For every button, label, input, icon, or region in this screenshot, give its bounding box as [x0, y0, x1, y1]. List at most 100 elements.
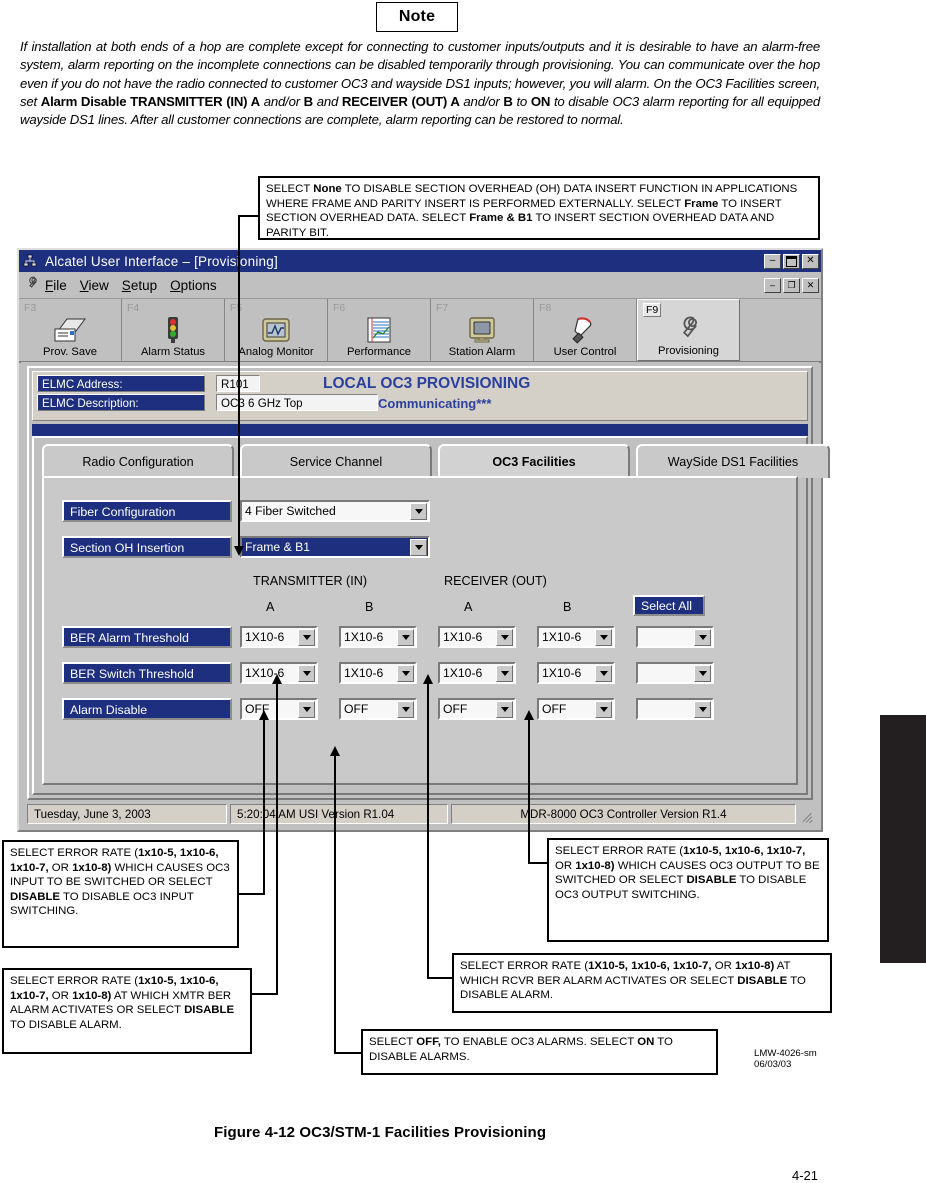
alarm-disable-rx-a-dropdown[interactable]: OFF: [438, 698, 516, 720]
chevron-down-icon[interactable]: [410, 502, 427, 520]
ber-alarm-threshold-select-all-dropdown[interactable]: [636, 626, 714, 648]
toolbar-button-label: User Control: [553, 346, 617, 358]
alarm-disable-tx-b-dropdown[interactable]: OFF: [339, 698, 417, 720]
ber-alarm-threshold-tx-a-dropdown[interactable]: 1X10-6: [240, 626, 318, 648]
value: 1X10-6: [443, 630, 483, 644]
leader-line-ber-alarm-in-horizontal: [250, 993, 278, 995]
communication-status: Communicating***: [378, 396, 492, 411]
prov-save-icon: [53, 315, 87, 345]
ber-alarm-threshold-label: BER Alarm Threshold: [62, 626, 232, 648]
toolbar-button-alarm-status[interactable]: F4 Alarm Status: [122, 299, 225, 361]
menu-item-options[interactable]: Options: [170, 278, 217, 293]
status-bar: Tuesday, June 3, 2003 5:20:04 AM USI Ver…: [27, 804, 813, 824]
elmc-description-field[interactable]: OC3 6 GHz Top: [216, 394, 378, 411]
menu-item-view[interactable]: View: [80, 278, 109, 293]
leader-arrow-ber-switch-out: [524, 710, 534, 720]
chevron-down-icon[interactable]: [298, 628, 315, 646]
ber-alarm-threshold-tx-b-dropdown[interactable]: 1X10-6: [339, 626, 417, 648]
tab-panel: Radio Configuration Service Channel OC3 …: [32, 436, 830, 795]
ber-alarm-threshold-rx-b-dropdown[interactable]: 1X10-6: [537, 626, 615, 648]
value: 1X10-6: [344, 666, 384, 680]
chevron-down-icon[interactable]: [298, 700, 315, 718]
group-header-receiver: RECEIVER (OUT): [444, 574, 547, 588]
minimize-button[interactable]: –: [764, 253, 781, 269]
alarm-disable-select-all-dropdown[interactable]: [636, 698, 714, 720]
toolbar-button-station-alarm[interactable]: F7 Station Alarm: [431, 299, 534, 361]
chevron-down-icon[interactable]: [397, 700, 414, 718]
application-window: Alcatel User Interface – [Provisioning] …: [17, 248, 830, 832]
chevron-down-icon[interactable]: [694, 700, 711, 718]
figure-caption: Figure 4-12 OC3/STM-1 Facilities Provisi…: [214, 1124, 547, 1141]
ber-switch-threshold-rx-a-dropdown[interactable]: 1X10-6: [438, 662, 516, 684]
chevron-down-icon[interactable]: [694, 664, 711, 682]
ber-switch-threshold-rx-b-dropdown[interactable]: 1X10-6: [537, 662, 615, 684]
chevron-down-icon[interactable]: [496, 700, 513, 718]
toolbar-button-label: Station Alarm: [448, 346, 516, 358]
menu-item-setup[interactable]: Setup: [122, 278, 157, 293]
menu-item-file[interactable]: File: [45, 278, 67, 293]
toolbar-button-label: Alarm Status: [140, 346, 206, 358]
tab-service-channel[interactable]: Service Channel: [240, 444, 432, 478]
toolbar-button-provisioning[interactable]: F9 Provisioning: [637, 299, 740, 361]
elmc-description-label: ELMC Description:: [37, 394, 205, 411]
chevron-down-icon[interactable]: [410, 538, 427, 556]
chevron-down-icon[interactable]: [397, 664, 414, 682]
chevron-down-icon[interactable]: [694, 628, 711, 646]
ber-switch-threshold-select-all-dropdown[interactable]: [636, 662, 714, 684]
fiber-configuration-dropdown[interactable]: 4 Fiber Switched: [240, 500, 430, 522]
menu-bar: File View Setup Options – ❐ ✕: [19, 272, 821, 299]
alarm-disable-rx-b-dropdown[interactable]: OFF: [537, 698, 615, 720]
resize-grip[interactable]: [799, 807, 813, 824]
toolbar-button-analog-monitor[interactable]: F5 Analog Monitor: [225, 299, 328, 361]
tab-oc3-facilities[interactable]: OC3 Facilities: [438, 444, 630, 478]
toolbar-button-prov-save[interactable]: F3 Prov. Save: [19, 299, 122, 361]
leader-line-alarm-disable-vertical: [334, 754, 336, 1054]
leader-line-ber-switch-in-vertical: [263, 718, 265, 895]
screen-title: LOCAL OC3 PROVISIONING: [323, 375, 531, 392]
chevron-down-icon[interactable]: [595, 628, 612, 646]
value: 1X10-6: [542, 666, 582, 680]
chart-lines-icon: [366, 315, 392, 345]
callout-alarm-disable: SELECT OFF, TO ENABLE OC3 ALARMS. SELECT…: [361, 1029, 718, 1075]
leader-arrow-ber-switch-in: [259, 710, 269, 720]
oc3-facilities-form: Fiber Configuration 4 Fiber Switched Sec…: [42, 476, 798, 785]
value: OFF: [542, 702, 567, 716]
maximize-button[interactable]: [783, 253, 800, 269]
fkey-label: F5: [230, 302, 243, 314]
leader-line-ber-alarm-out-vertical: [427, 682, 429, 979]
wrench-icon: [676, 314, 702, 344]
monitor-icon: [468, 315, 496, 345]
chevron-down-icon[interactable]: [496, 664, 513, 682]
wrench-icon: [25, 276, 39, 295]
chevron-down-icon[interactable]: [595, 700, 612, 718]
fiber-configuration-label: Fiber Configuration: [62, 500, 232, 522]
app-icon: [23, 254, 37, 268]
select-all-button[interactable]: Select All: [633, 595, 705, 616]
chevron-down-icon[interactable]: [496, 628, 513, 646]
leader-line-ber-switch-in-horizontal: [237, 893, 265, 895]
column-header-tx-a: A: [266, 600, 275, 614]
toolbar: F3 Prov. Save F4 Alarm Status F5 Analog …: [19, 299, 821, 363]
close-button[interactable]: ✕: [802, 253, 819, 269]
mdi-close-button[interactable]: ✕: [802, 277, 819, 293]
toolbar-button-user-control[interactable]: F8 User Control: [534, 299, 637, 361]
value: OFF: [344, 702, 369, 716]
ber-switch-threshold-tx-b-dropdown[interactable]: 1X10-6: [339, 662, 417, 684]
tab-wayside-ds1-facilities[interactable]: WaySide DS1 Facilities: [636, 444, 830, 478]
alarm-disable-tx-a-dropdown[interactable]: OFF: [240, 698, 318, 720]
column-header-tx-b: B: [365, 600, 374, 614]
tab-radio-configuration[interactable]: Radio Configuration: [42, 444, 234, 478]
note-heading-box: Note: [376, 2, 458, 32]
mdi-minimize-button[interactable]: –: [764, 277, 781, 293]
chevron-down-icon[interactable]: [397, 628, 414, 646]
section-oh-insertion-value: Frame & B1: [245, 540, 311, 554]
ber-alarm-threshold-rx-a-dropdown[interactable]: 1X10-6: [438, 626, 516, 648]
section-oh-insertion-label: Section OH Insertion: [62, 536, 232, 558]
mdi-restore-button[interactable]: ❐: [783, 277, 800, 293]
window-client-area: ELMC Address: R101 ELMC Description: OC3…: [21, 362, 830, 828]
chevron-down-icon[interactable]: [298, 664, 315, 682]
chevron-down-icon[interactable]: [595, 664, 612, 682]
toolbar-button-performance[interactable]: F6 Performance: [328, 299, 431, 361]
section-oh-insertion-dropdown[interactable]: Frame & B1: [240, 536, 430, 558]
toolbar-filler: [740, 299, 821, 361]
